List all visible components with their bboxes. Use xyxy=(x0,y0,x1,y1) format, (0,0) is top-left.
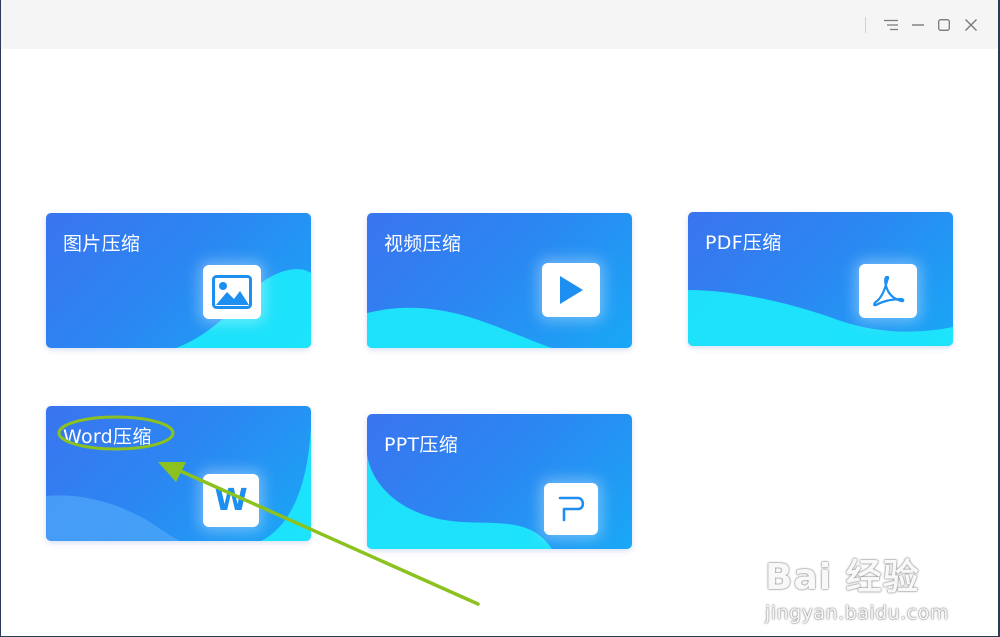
card-title: 图片压缩 xyxy=(63,233,141,255)
pdf-icon xyxy=(859,264,917,318)
close-icon[interactable] xyxy=(959,13,983,37)
minimize-icon[interactable] xyxy=(906,13,930,37)
image-icon xyxy=(203,265,261,319)
titlebar-divider xyxy=(865,17,866,33)
menu-icon[interactable] xyxy=(879,13,903,37)
maximize-icon[interactable] xyxy=(932,13,956,37)
watermark-url: jingyan.baidu.com xyxy=(765,602,949,624)
card-pdf-compress[interactable]: PDF压缩 xyxy=(688,212,953,346)
watermark: Bai 经验 jingyan.baidu.com xyxy=(765,548,949,624)
play-icon xyxy=(542,263,600,317)
card-ppt-compress[interactable]: PPT压缩 xyxy=(367,414,632,549)
card-title: 视频压缩 xyxy=(384,233,462,255)
card-video-compress[interactable]: 视频压缩 xyxy=(367,213,632,348)
word-icon: W xyxy=(203,474,259,527)
word-glyph: W xyxy=(214,483,248,518)
ppt-icon xyxy=(544,483,598,535)
card-word-compress[interactable]: Word压缩 W xyxy=(46,406,311,541)
watermark-logo: Bai 经验 xyxy=(765,557,920,598)
title-bar xyxy=(1,0,998,49)
card-title: PDF压缩 xyxy=(705,232,782,254)
card-image-compress[interactable]: 图片压缩 xyxy=(46,213,311,348)
card-title: PPT压缩 xyxy=(384,434,459,456)
card-title: Word压缩 xyxy=(63,426,152,448)
app-window: 图片压缩 视频压缩 PDF压缩 Word压缩 W PPT压缩 xyxy=(1,0,998,636)
